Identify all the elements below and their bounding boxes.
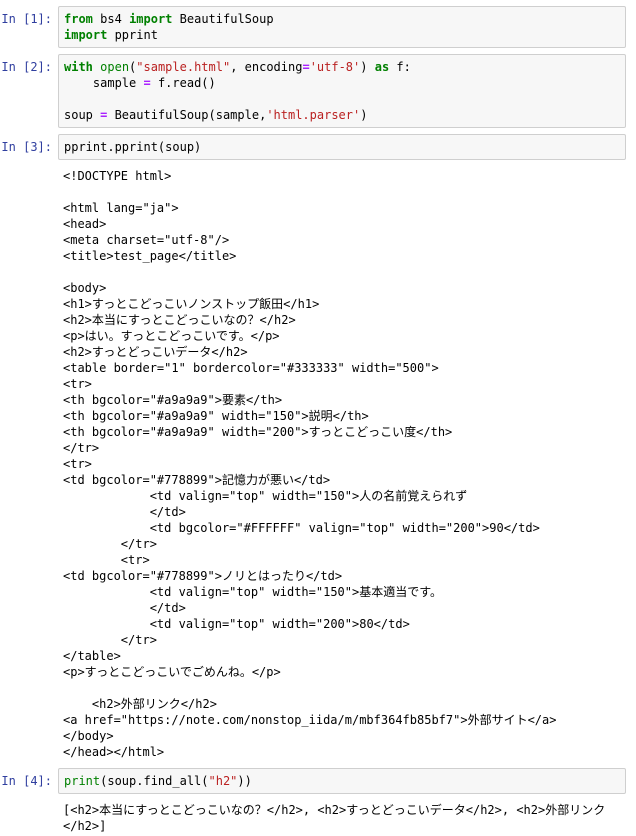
notebook-cell[interactable]: In [4]: print(soup.find_all("h2")): [0, 768, 636, 794]
code-source[interactable]: with open("sample.html", encoding='utf-8…: [64, 59, 621, 123]
output-prompt-spacer: [0, 800, 58, 805]
code-input-area[interactable]: with open("sample.html", encoding='utf-8…: [58, 54, 626, 128]
code-input-area[interactable]: print(soup.find_all("h2")): [58, 768, 626, 794]
output-stream-text: [<h2>本当にすっとこどっこいなの？</h2>, <h2>すっとどっこいデータ…: [63, 803, 606, 833]
code-source[interactable]: from bs4 import BeautifulSoup import ppr…: [64, 11, 621, 43]
input-prompt-label: In [2]:: [1, 60, 52, 74]
output-stream-text: <!DOCTYPE html> <html lang="ja"> <head> …: [63, 169, 557, 759]
cell-output-area: <!DOCTYPE html> <html lang="ja"> <head> …: [58, 166, 636, 762]
cell-output-row: <!DOCTYPE html> <html lang="ja"> <head> …: [0, 166, 636, 762]
notebook-container: In [1]: from bs4 import BeautifulSoup im…: [0, 0, 636, 836]
input-prompt-label: In [4]:: [1, 774, 52, 788]
cell-output-area: [<h2>本当にすっとこどっこいなの？</h2>, <h2>すっとどっこいデータ…: [58, 800, 636, 836]
notebook-cell[interactable]: In [3]: pprint.pprint(soup): [0, 134, 636, 160]
output-prompt-spacer: [0, 166, 58, 171]
code-input-area[interactable]: pprint.pprint(soup): [58, 134, 626, 160]
code-source[interactable]: print(soup.find_all("h2")): [64, 773, 621, 789]
code-input-area[interactable]: from bs4 import BeautifulSoup import ppr…: [58, 6, 626, 48]
notebook-cell[interactable]: In [1]: from bs4 import BeautifulSoup im…: [0, 6, 636, 48]
cell-output-row: [<h2>本当にすっとこどっこいなの？</h2>, <h2>すっとどっこいデータ…: [0, 800, 636, 836]
notebook-cell[interactable]: In [2]: with open("sample.html", encodin…: [0, 54, 636, 128]
code-source[interactable]: pprint.pprint(soup): [64, 139, 621, 155]
input-prompt-label: In [3]:: [1, 140, 52, 154]
input-prompt-label: In [1]:: [1, 12, 52, 26]
